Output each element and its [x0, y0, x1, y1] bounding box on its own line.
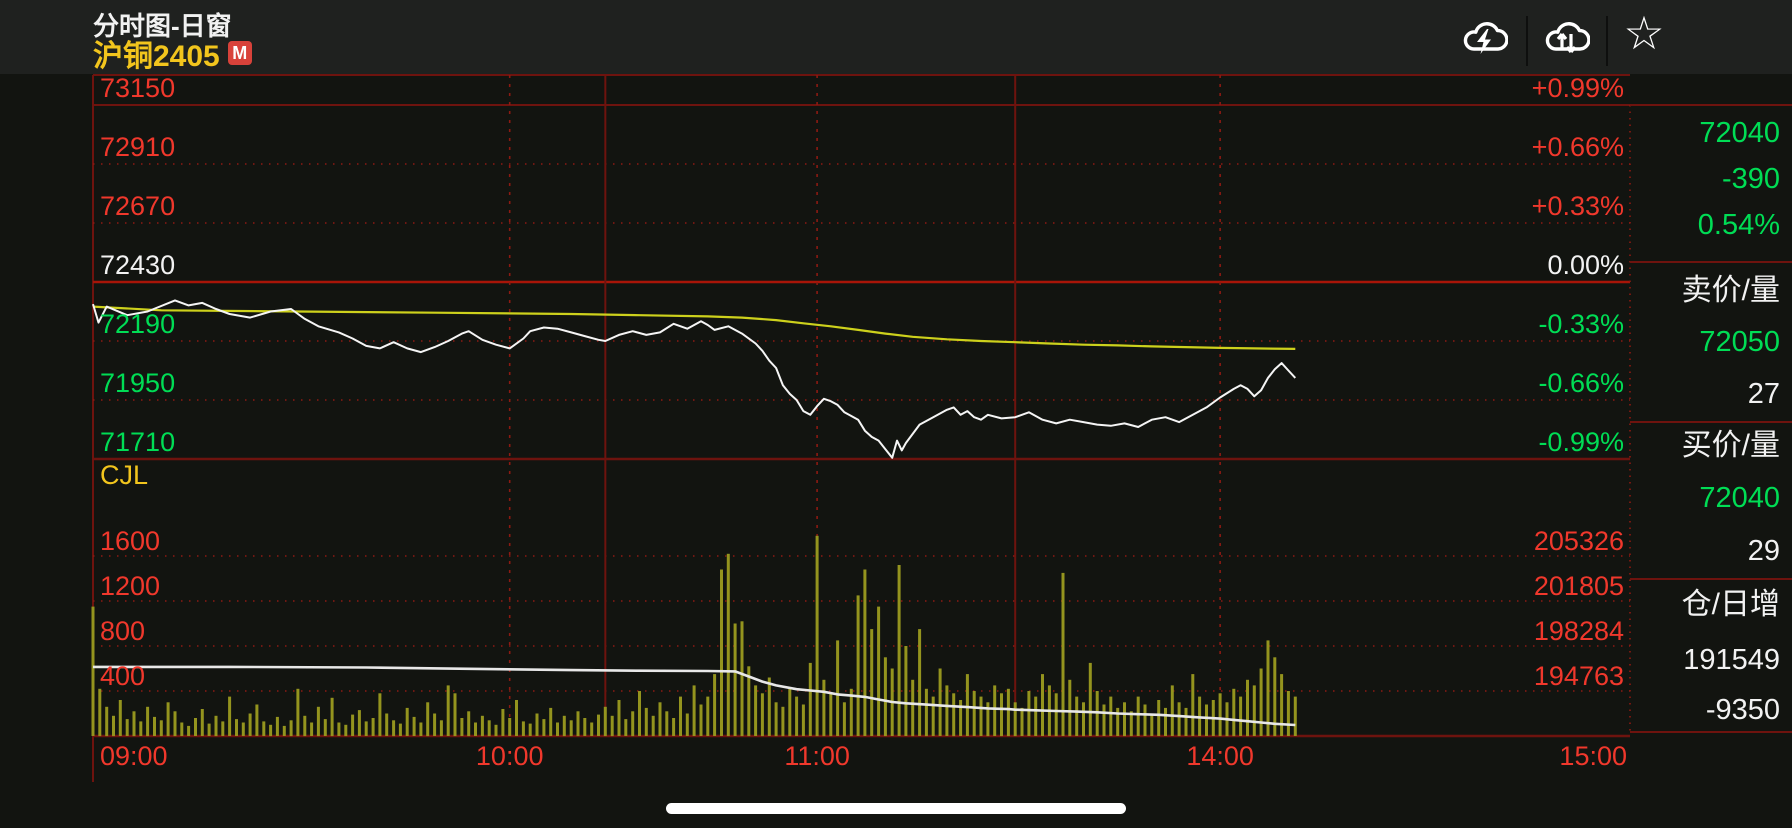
- last-price: 72040: [1630, 117, 1780, 149]
- oi-axis-label: 205326: [1534, 526, 1624, 556]
- price-axis-label: 71950: [100, 368, 175, 398]
- open-interest-label: 仓/日增: [1630, 589, 1780, 621]
- percent-axis-label: 0.00%: [1547, 250, 1624, 280]
- time-axis-label: 11:00: [784, 741, 850, 771]
- volume-axis-label: 1600: [100, 526, 160, 556]
- futures-trading-app: 73150 72910 72670 72430 72190 71950 71710 +0.99…: [0, 0, 1792, 828]
- volume-axis-label: 1200: [100, 571, 160, 601]
- cloud-sync-icon[interactable]: [1542, 14, 1590, 62]
- price-axis-label: 72910: [100, 132, 175, 162]
- volume-pane-title: CJL: [100, 460, 148, 490]
- home-indicator[interactable]: [666, 803, 1126, 814]
- price-change: -390: [1630, 163, 1780, 195]
- percent-axis-label: +0.66%: [1532, 132, 1624, 162]
- price-change-pct: 0.54%: [1630, 209, 1780, 241]
- header-divider: [1606, 16, 1608, 66]
- price-axis-label: 72670: [100, 191, 175, 221]
- bid-quantity: 29: [1630, 535, 1780, 567]
- time-axis-label: 10:00: [476, 741, 544, 771]
- price-axis-label: 72430: [100, 250, 175, 280]
- symbol-row[interactable]: 沪铜2405 M: [93, 37, 252, 69]
- percent-axis-label: -0.33%: [1538, 309, 1624, 339]
- volume-axis-label: 800: [100, 616, 145, 646]
- oi-axis-label: 201805: [1534, 571, 1624, 601]
- oi-daily-change: -9350: [1630, 694, 1780, 726]
- cloud-lightning-icon[interactable]: [1460, 14, 1508, 62]
- volume-axis-label: 400: [100, 661, 145, 691]
- header-divider: [1526, 16, 1528, 66]
- percent-axis-label: +0.99%: [1532, 73, 1624, 103]
- ask-price: 72050: [1630, 326, 1780, 358]
- price-axis-label: 71710: [100, 427, 175, 457]
- percent-axis-label: -0.66%: [1538, 368, 1624, 398]
- header: 分时图-日窗 沪铜2405 M ☆: [0, 0, 1792, 74]
- ask-quantity: 27: [1630, 378, 1780, 410]
- bid-price: 72040: [1630, 482, 1780, 514]
- ask-label: 卖价/量: [1630, 275, 1780, 307]
- price-axis-label: 73150: [100, 73, 175, 103]
- symbol-name[interactable]: 沪铜2405: [93, 31, 220, 75]
- intraday-chart: 73150 72910 72670 72430 72190 71950 71710 +0.99…: [0, 0, 1792, 828]
- time-axis-label: 14:00: [1186, 741, 1254, 771]
- bid-label: 买价/量: [1630, 430, 1780, 462]
- oi-axis-label: 194763: [1534, 661, 1624, 691]
- percent-axis-label: +0.33%: [1532, 191, 1624, 221]
- oi-axis-label: 198284: [1534, 616, 1624, 646]
- main-contract-badge: M: [228, 41, 252, 65]
- time-axis-label: 15:00: [1559, 741, 1627, 771]
- quote-sidebar: 72040 -390 0.54% 卖价/量 72050 27 买价/量 7204…: [1630, 0, 1792, 828]
- open-interest: 191549: [1630, 644, 1780, 676]
- price-axis-label: 72190: [100, 309, 175, 339]
- time-axis-label: 09:00: [100, 741, 168, 771]
- percent-axis-label: -0.99%: [1538, 427, 1624, 457]
